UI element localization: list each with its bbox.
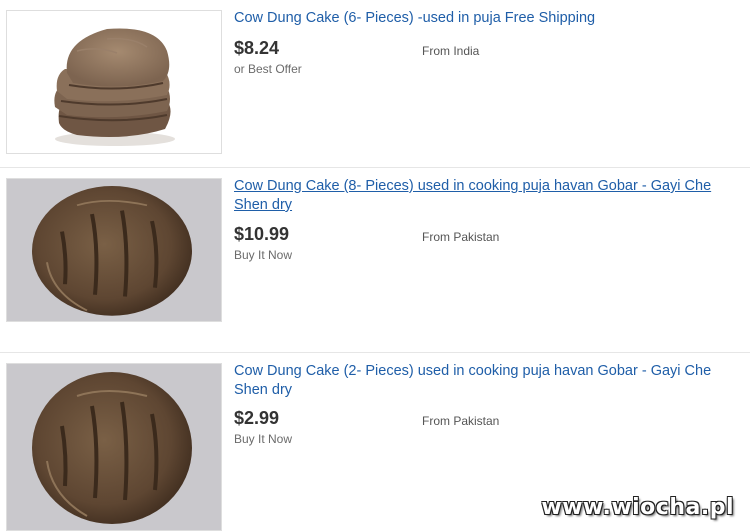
round-dung-cake-image (7, 364, 221, 530)
listing-title-link[interactable]: Cow Dung Cake (6- Pieces) -used in puja … (234, 9, 744, 28)
stacked-dung-cakes-image (54, 28, 175, 146)
listing-price: $8.24 (234, 38, 280, 58)
product-image[interactable] (6, 363, 222, 531)
product-image[interactable] (6, 10, 222, 154)
listing-title-link[interactable]: Cow Dung Cake (8- Pieces) used in cookin… (234, 177, 744, 215)
listing-format: or Best Offer (234, 62, 302, 76)
watermark-text: www.wiocha.pl (541, 495, 734, 520)
product-image[interactable] (6, 178, 222, 322)
listing-location: From Pakistan (422, 414, 500, 428)
listing-item: Cow Dung Cake (8- Pieces) used in cookin… (0, 168, 750, 353)
round-dung-cake-image (7, 179, 221, 321)
listing-title-link[interactable]: Cow Dung Cake (2- Pieces) used in cookin… (234, 362, 744, 400)
listing-location: From India (422, 44, 480, 58)
listing-item: Cow Dung Cake (6- Pieces) -used in puja … (0, 0, 750, 168)
listing-price: $2.99 (234, 408, 280, 428)
listing-format: Buy It Now (234, 432, 293, 446)
listing-format: Buy It Now (234, 248, 293, 262)
listing-price: $10.99 (234, 224, 290, 244)
listing-location: From Pakistan (422, 230, 500, 244)
